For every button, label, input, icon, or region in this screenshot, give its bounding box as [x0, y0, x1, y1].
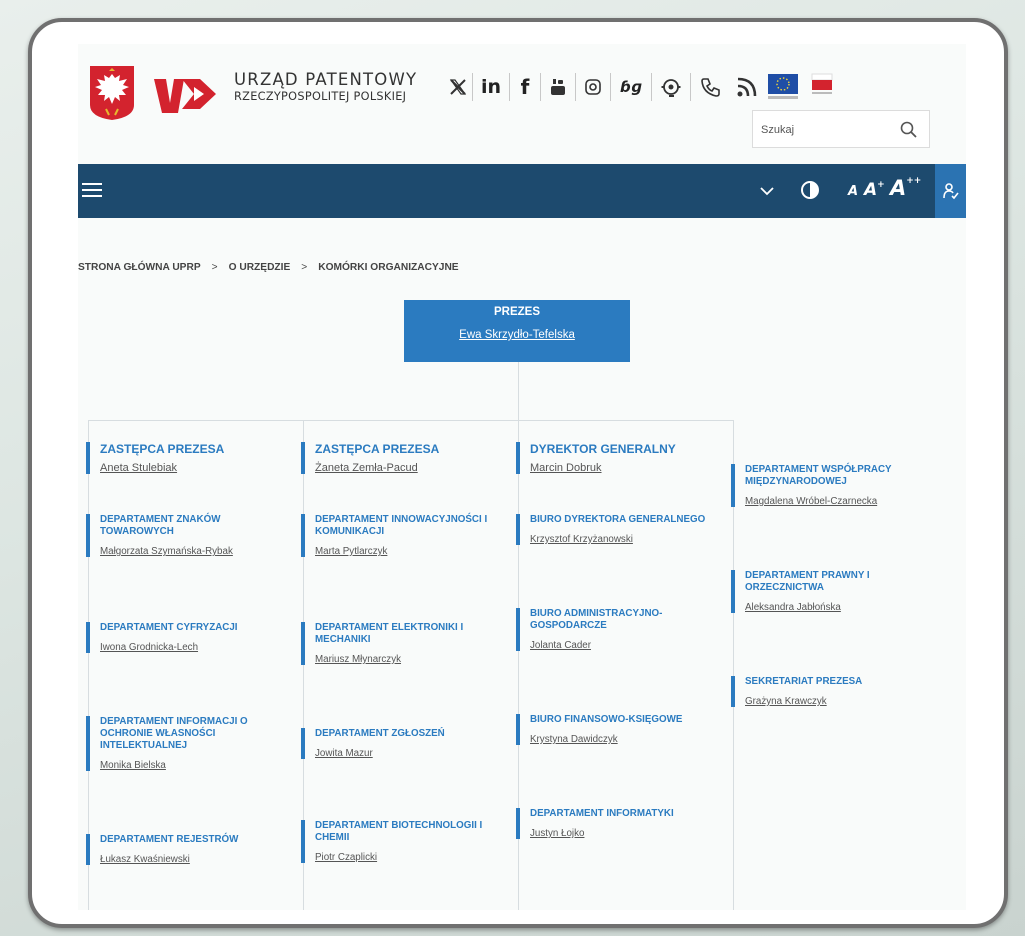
accessibility-button[interactable] — [935, 164, 966, 218]
unit-person-link[interactable]: Monika Bielska — [100, 760, 286, 771]
unit-title[interactable]: DEPARTAMENT REJESTRÓW — [100, 834, 286, 846]
youtube-icon[interactable] — [541, 72, 575, 102]
org-unit: DEPARTAMENT ZNAKÓW TOWAROWYCH Małgorzata… — [86, 514, 286, 557]
president-title: PREZES — [493, 306, 540, 318]
bip-icon[interactable] — [805, 72, 839, 102]
browser-frame: URZĄD PATENTOWY RZECZYPOSPOLITEJ POLSKIE… — [28, 18, 1008, 928]
org-unit: BIURO FINANSOWO-KSIĘGOWE Krystyna Dawidc… — [516, 714, 716, 745]
unit-person-link[interactable]: Małgorzata Szymańska-Rybak — [100, 546, 286, 557]
sign-language-icon[interactable]: ɓɡ — [611, 72, 651, 102]
unit-title: DYREKTOR GENERALNY — [530, 442, 676, 456]
unit-title[interactable]: DEPARTAMENT PRAWNY I ORZECZNICTWA — [745, 570, 931, 594]
breadcrumb-home[interactable]: STRONA GŁÓWNA UPRP — [78, 262, 201, 273]
unit-person-link[interactable]: Jolanta Cader — [530, 640, 716, 651]
unit-person-link[interactable]: Magdalena Wróbel-Czarnecka — [745, 496, 931, 507]
font-size-large-sup: ++ — [906, 176, 922, 186]
page: URZĄD PATENTOWY RZECZYPOSPOLITEJ POLSKIE… — [78, 44, 966, 910]
breadcrumb: STRONA GŁÓWNA UPRP > O URZĘDZIE > KOMÓRK… — [78, 262, 459, 273]
org-unit: DEPARTAMENT WSPÓŁPRACY MIĘDZYNARODOWEJ M… — [731, 464, 931, 507]
accessibility-icon — [943, 183, 959, 200]
org-unit: DEPARTAMENT INNOWACYJNOŚCI I KOMUNIKACJI… — [301, 514, 501, 557]
org-unit: DEPARTAMENT INFORMACJI O OCHRONIE WŁASNO… — [86, 716, 286, 771]
rss-icon[interactable] — [731, 72, 763, 102]
unit-title[interactable]: DEPARTAMENT WSPÓŁPRACY MIĘDZYNARODOWEJ — [745, 464, 931, 488]
unit-person-link[interactable]: Aneta Stulebiak — [100, 462, 286, 474]
org-unit: BIURO DYREKTORA GENERALNEGO Krzysztof Kr… — [516, 514, 716, 545]
unit-title[interactable]: DEPARTAMENT INFORMACJI O OCHRONIE WŁASNO… — [100, 716, 286, 752]
unit-title: ZASTĘPCA PREZESA — [315, 442, 440, 456]
search-icon[interactable] — [899, 120, 919, 140]
org-head-unit: ZASTĘPCA PREZESA Żaneta Zemła-Pacud — [301, 442, 501, 474]
org-unit: DEPARTAMENT CYFRYZACJI Iwona Grodnicka-L… — [86, 622, 286, 653]
x-icon[interactable] — [444, 72, 472, 102]
unit-person-link[interactable]: Grażyna Krawczyk — [745, 696, 931, 707]
unit-person-link[interactable]: Krzysztof Krzyżanowski — [530, 534, 716, 545]
unit-title[interactable]: DEPARTAMENT INFORMATYKI — [530, 808, 716, 820]
instagram-icon[interactable] — [576, 72, 610, 102]
unit-title[interactable]: DEPARTAMENT ZNAKÓW TOWAROWYCH — [100, 514, 286, 538]
breadcrumb-separator: > — [211, 262, 218, 273]
unit-person-link[interactable]: Aleksandra Jabłońska — [745, 602, 931, 613]
unit-person-link[interactable]: Mariusz Młynarczyk — [315, 654, 501, 665]
search-input[interactable] — [761, 119, 891, 141]
org-unit: DEPARTAMENT REJESTRÓW Łukasz Kwaśniewski — [86, 834, 286, 865]
unit-person-link[interactable]: Piotr Czaplicki — [315, 852, 501, 863]
org-unit: DEPARTAMENT INFORMATYKI Justyn Łojko — [516, 808, 716, 839]
unit-person-link[interactable]: Justyn Łojko — [530, 828, 716, 839]
search-box — [752, 110, 930, 148]
unit-title[interactable]: BIURO ADMINISTRACYJNO-GOSPODARCZE — [530, 608, 716, 632]
breadcrumb-separator: > — [301, 262, 308, 273]
uprp-logo-icon — [154, 79, 216, 113]
unit-title: ZASTĘPCA PREZESA — [100, 442, 225, 456]
president-box: PREZES Ewa Skrzydło-Tefelska — [404, 300, 630, 362]
brand-subname: RZECZYPOSPOLITEJ POLSKIEJ — [234, 90, 407, 103]
org-unit: DEPARTAMENT ELEKTRONIKI I MECHANIKI Mari… — [301, 622, 501, 665]
eu-flag-icon[interactable] — [763, 72, 805, 102]
org-unit: DEPARTAMENT PRAWNY I ORZECZNICTWA Aleksa… — [731, 570, 931, 613]
president-name-link[interactable]: Ewa Skrzydło-Tefelska — [404, 329, 630, 341]
font-size-medium-button[interactable]: A+ — [864, 180, 885, 200]
unit-title[interactable]: DEPARTAMENT BIOTECHNOLOGII I CHEMII — [315, 820, 501, 844]
unit-title[interactable]: BIURO FINANSOWO-KSIĘGOWE — [530, 714, 716, 726]
unit-person-link[interactable]: Krystyna Dawidczyk — [530, 734, 716, 745]
contrast-icon[interactable] — [800, 180, 820, 200]
breadcrumb-current: KOMÓRKI ORGANIZACYJNE — [318, 262, 459, 273]
facebook-icon[interactable]: f — [510, 72, 540, 102]
brand-name: URZĄD PATENTOWY — [234, 70, 418, 89]
unit-title[interactable]: DEPARTAMENT ZGŁOSZEŃ — [315, 728, 501, 740]
hamburger-menu-icon[interactable] — [82, 182, 102, 198]
unit-title[interactable]: SEKRETARIAT PREZESA — [745, 676, 931, 688]
unit-title[interactable]: DEPARTAMENT INNOWACYJNOŚCI I KOMUNIKACJI — [315, 514, 501, 538]
unit-person-link[interactable]: Łukasz Kwaśniewski — [100, 854, 286, 865]
unit-person-link[interactable]: Iwona Grodnicka-Lech — [100, 642, 286, 653]
chevron-down-icon[interactable] — [759, 184, 775, 198]
unit-person-link[interactable]: Jowita Mazur — [315, 748, 501, 759]
social-links: in f ɓɡ — [444, 70, 839, 104]
connector-line — [88, 420, 733, 421]
breadcrumb-about[interactable]: O URZĘDZIE — [229, 262, 291, 273]
unit-person-link[interactable]: Marcin Dobruk — [530, 462, 716, 474]
linkedin-icon[interactable]: in — [473, 72, 509, 102]
unit-title[interactable]: DEPARTAMENT CYFRYZACJI — [100, 622, 286, 634]
font-size-small-button[interactable]: A — [848, 184, 858, 199]
org-head-unit: DYREKTOR GENERALNY Marcin Dobruk — [516, 442, 716, 474]
polish-emblem-icon — [90, 66, 134, 120]
font-size-large-button[interactable]: A++ — [890, 176, 921, 200]
unit-title[interactable]: BIURO DYREKTORA GENERALNEGO — [530, 514, 716, 526]
org-unit: BIURO ADMINISTRACYJNO-GOSPODARCZE Jolant… — [516, 608, 716, 651]
org-unit: DEPARTAMENT ZGŁOSZEŃ Jowita Mazur — [301, 728, 501, 759]
font-size-medium-label: A — [864, 180, 878, 200]
org-unit: SEKRETARIAT PREZESA Grażyna Krawczyk — [731, 676, 931, 707]
font-size-large-label: A — [890, 176, 907, 200]
unit-title[interactable]: DEPARTAMENT ELEKTRONIKI I MECHANIKI — [315, 622, 501, 646]
phone-icon[interactable] — [691, 72, 731, 102]
unit-person-link[interactable]: Marta Pytlarczyk — [315, 546, 501, 557]
org-unit: DEPARTAMENT BIOTECHNOLOGII I CHEMII Piot… — [301, 820, 501, 863]
unit-person-link[interactable]: Żaneta Zemła-Pacud — [315, 462, 501, 474]
main-navbar: A A+ A++ — [78, 164, 966, 218]
org-head-unit: ZASTĘPCA PREZESA Aneta Stulebiak — [86, 442, 286, 474]
helpline-icon[interactable] — [652, 72, 690, 102]
font-size-medium-sup: + — [877, 180, 885, 190]
